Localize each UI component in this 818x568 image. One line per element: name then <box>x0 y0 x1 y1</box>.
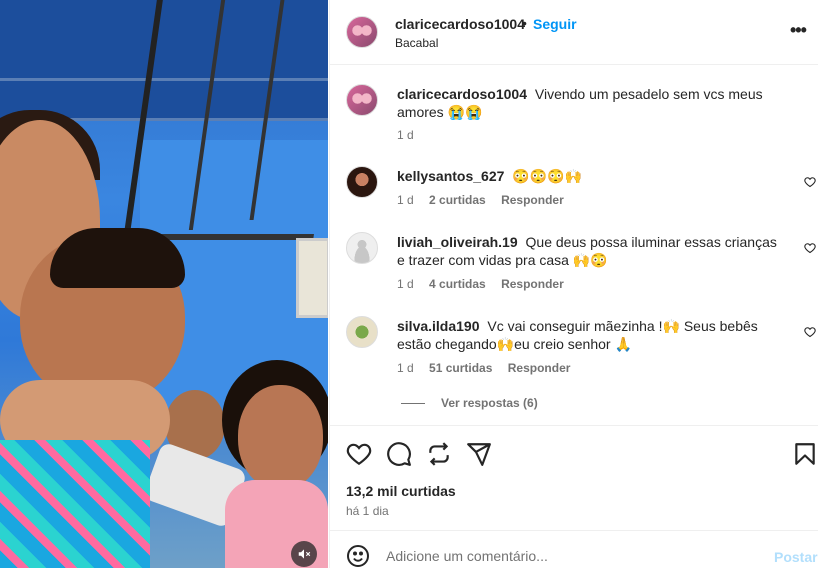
comment-bubble-icon[interactable] <box>386 441 412 467</box>
photo-person <box>50 228 185 288</box>
post-photo[interactable] <box>0 0 328 568</box>
reply-button[interactable]: Responder <box>501 193 564 207</box>
comment-username[interactable]: liviah_oliveirah.19 <box>397 234 518 250</box>
comment-likes[interactable]: 4 curtidas <box>429 277 486 291</box>
comment-meta: 1 d 4 curtidas Responder <box>397 277 576 291</box>
share-send-icon[interactable] <box>466 441 492 467</box>
caption-meta: 1 d <box>397 128 426 142</box>
comment-username[interactable]: silva.ilda190 <box>397 318 480 334</box>
posted-time[interactable]: há 1 dia <box>346 504 389 518</box>
speaker-muted-icon[interactable] <box>291 541 317 567</box>
like-comment-heart-icon[interactable] <box>804 326 816 338</box>
photo-person <box>238 385 323 490</box>
comment-text: 😳😳😳🙌 <box>512 168 583 184</box>
comment-time[interactable]: 1 d <box>397 277 414 291</box>
post-comment-button[interactable]: Postar <box>774 549 818 565</box>
comment-likes[interactable]: 51 curtidas <box>429 361 492 375</box>
like-comment-heart-icon[interactable] <box>804 242 816 254</box>
comment-time[interactable]: 1 d <box>397 361 414 375</box>
likes-count[interactable]: 13,2 mil curtidas <box>346 483 456 499</box>
bookmark-icon[interactable] <box>792 441 818 467</box>
reply-button[interactable]: Responder <box>508 361 571 375</box>
add-comment-bar: Postar <box>330 530 818 568</box>
comment-username[interactable]: kellysantos_627 <box>397 168 504 184</box>
follow-button[interactable]: Seguir <box>533 16 577 32</box>
view-replies-label: Ver respostas (6) <box>441 396 538 410</box>
replies-divider <box>401 402 425 404</box>
post-side-panel: claricecardoso1004 • Seguir Bacabal ••• … <box>329 0 818 568</box>
avatar[interactable] <box>346 84 378 116</box>
photo-window <box>296 238 328 318</box>
avatar[interactable] <box>346 316 378 348</box>
avatar[interactable] <box>346 166 378 198</box>
comment-body: silva.ilda190 Vc vai conseguir mãezinha … <box>397 317 777 353</box>
caption-username[interactable]: claricecardoso1004 <box>397 86 527 102</box>
comment-time[interactable]: 1 d <box>397 193 414 207</box>
post-actions: 13,2 mil curtidas há 1 dia <box>330 425 818 530</box>
comment-body: liviah_oliveirah.19 Que deus possa ilumi… <box>397 233 777 269</box>
emoji-smile-icon[interactable] <box>346 544 370 568</box>
separator-dot: • <box>522 15 527 31</box>
comment-meta: 1 d 2 curtidas Responder <box>397 193 576 207</box>
comment-likes[interactable]: 2 curtidas <box>429 193 486 207</box>
photo-person <box>0 440 150 568</box>
avatar[interactable] <box>346 16 378 48</box>
comment-meta: 1 d 51 curtidas Responder <box>397 361 582 375</box>
post-header: claricecardoso1004 • Seguir Bacabal ••• <box>330 0 818 65</box>
avatar[interactable] <box>346 232 378 264</box>
reply-button[interactable]: Responder <box>501 277 564 291</box>
like-heart-icon[interactable] <box>346 441 372 467</box>
post-location[interactable]: Bacabal <box>395 36 438 50</box>
comment-body: kellysantos_627 😳😳😳🙌 <box>397 167 777 185</box>
comment-input[interactable] <box>386 545 766 567</box>
repost-icon[interactable] <box>426 441 452 467</box>
more-options-icon[interactable]: ••• <box>790 20 812 42</box>
view-replies-button[interactable]: Ver respostas (6) <box>401 396 538 410</box>
author-username[interactable]: claricecardoso1004 <box>395 16 525 32</box>
caption-time[interactable]: 1 d <box>397 128 414 142</box>
photo-frame <box>123 0 328 240</box>
caption-body: claricecardoso1004 Vivendo um pesadelo s… <box>397 85 777 121</box>
like-comment-heart-icon[interactable] <box>804 176 816 188</box>
